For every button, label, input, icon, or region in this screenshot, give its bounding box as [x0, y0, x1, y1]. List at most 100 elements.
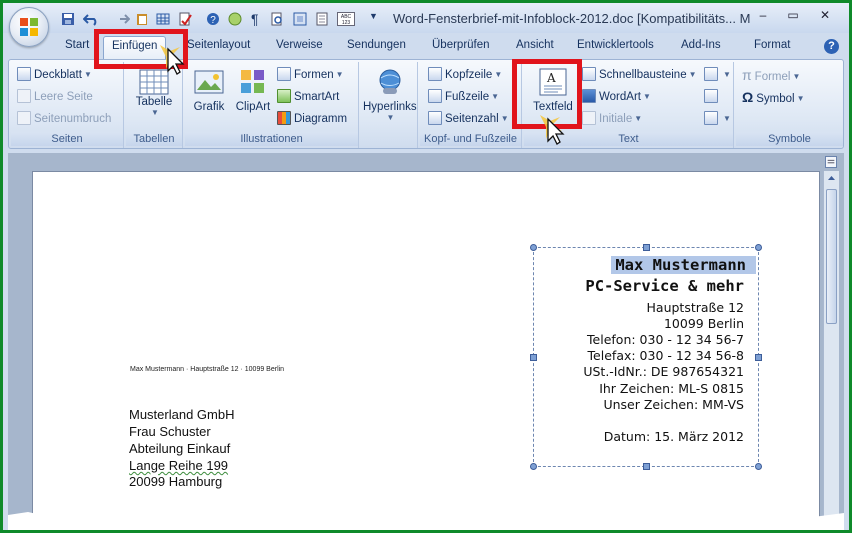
infoblock-fax: Telefax: 030 - 12 34 56-8	[587, 348, 744, 363]
object-icon	[704, 111, 718, 125]
drop-cap-icon	[582, 111, 596, 125]
tab-sendungen[interactable]: Sendungen	[347, 39, 406, 59]
qat-customize-icon[interactable]: ▼	[369, 11, 378, 27]
smartart-icon	[277, 89, 291, 103]
resize-handle[interactable]	[755, 463, 762, 470]
group-symbole: π Formel ▼ Ω Symbol ▼ Symbole	[736, 62, 843, 148]
date-time-icon	[704, 89, 718, 103]
resize-handle[interactable]	[643, 463, 650, 470]
help-icon[interactable]: ?	[824, 39, 839, 54]
tab-add-ins[interactable]: Add-Ins	[681, 39, 721, 59]
tab-entwicklertools[interactable]: Entwicklertools	[577, 39, 654, 59]
resize-handle[interactable]	[643, 244, 650, 251]
undo-icon[interactable]	[83, 11, 99, 27]
seitenumbruch-button[interactable]: Seitenumbruch	[17, 110, 111, 128]
tabelle-button[interactable]: Tabelle ▼	[129, 68, 179, 117]
fusszeile-button[interactable]: Fußzeile ▼	[428, 88, 499, 106]
diagramm-button[interactable]: Diagramm	[277, 110, 347, 128]
resize-handle[interactable]	[530, 244, 537, 251]
office-button[interactable]	[9, 7, 49, 47]
infoblock-vat: USt.-IdNr.: DE 987654321	[583, 364, 744, 379]
resize-handle[interactable]	[530, 354, 537, 361]
infoblock-your-ref: Ihr Zeichen: ML-S 0815	[599, 381, 744, 396]
maximize-button[interactable]: ▭	[781, 6, 805, 25]
resize-handle[interactable]	[755, 354, 762, 361]
seitenzahl-button[interactable]: Seitenzahl ▼	[428, 110, 509, 128]
office-logo-icon	[20, 18, 38, 36]
page-icon[interactable]	[315, 11, 329, 27]
blank-page-icon	[17, 89, 31, 103]
infoblock-company: PC-Service & mehr	[585, 277, 744, 295]
resize-handle[interactable]	[755, 244, 762, 251]
quick-parts-icon	[582, 67, 596, 81]
recipient-line: 20099 Hamburg	[129, 474, 223, 489]
minimize-button[interactable]: –	[751, 6, 775, 25]
zoom-icon[interactable]	[293, 11, 307, 27]
chart-icon	[277, 111, 291, 125]
recipient-line: Frau Schuster	[129, 424, 211, 439]
tab-start[interactable]: Start	[65, 39, 89, 59]
document-area: Max Mustermann · Hauptstraße 12 · 10099 …	[8, 153, 844, 530]
recipient-line: Lange Reihe 199	[129, 458, 229, 473]
group-label-tabellen: Tabellen	[126, 132, 182, 146]
close-button[interactable]: ✕	[813, 6, 837, 25]
shapes-icon	[277, 67, 291, 81]
initiale-button[interactable]: Initiale ▼	[582, 110, 642, 128]
tab-ansicht[interactable]: Ansicht	[516, 39, 554, 59]
signature-line-button[interactable]: ▼	[704, 66, 731, 84]
group-label-symbole: Symbole	[736, 132, 843, 146]
sphere-icon[interactable]	[228, 11, 242, 27]
group-label-kopf-und-fusszeile: Kopf- und Fußzeile	[420, 132, 521, 146]
recipient-line: Abteilung Einkauf	[129, 441, 231, 456]
scrollbar-thumb[interactable]	[826, 189, 837, 324]
pi-icon: π	[742, 67, 752, 83]
save-icon[interactable]	[61, 11, 75, 27]
schnellbausteine-button[interactable]: Schnellbausteine ▼	[582, 66, 697, 84]
picture-icon	[194, 70, 224, 94]
help-circle-icon[interactable]: ?	[206, 11, 220, 27]
cover-page-icon	[17, 67, 31, 81]
grafik-button[interactable]: Grafik	[189, 68, 229, 113]
deckblatt-button[interactable]: Deckblatt ▼	[17, 66, 92, 84]
document-page[interactable]: Max Mustermann · Hauptstraße 12 · 10099 …	[32, 171, 820, 530]
tab-format[interactable]: Format	[754, 39, 790, 59]
object-button[interactable]: ▼	[704, 110, 731, 128]
signature-line-icon	[704, 67, 718, 81]
ruler-toggle-icon[interactable]	[825, 156, 837, 168]
formen-button[interactable]: Formen ▼	[277, 66, 344, 84]
sender-return-line: Max Mustermann · Hauptstraße 12 · 10099 …	[130, 366, 285, 373]
resize-handle[interactable]	[530, 463, 537, 470]
tab-ueberpruefen[interactable]: Überprüfen	[432, 39, 490, 59]
redo-icon[interactable]	[116, 11, 130, 27]
kopfzeile-button[interactable]: Kopfzeile ▼	[428, 66, 502, 84]
smartart-button[interactable]: SmartArt	[277, 88, 339, 106]
print-preview-icon[interactable]	[270, 11, 284, 27]
date-time-button[interactable]	[704, 88, 721, 106]
svg-text:123: 123	[342, 20, 351, 26]
paste-icon[interactable]	[135, 11, 149, 27]
vertical-scrollbar[interactable]	[823, 171, 839, 530]
scroll-up-icon[interactable]	[827, 174, 836, 182]
click-cursor-icon	[540, 115, 565, 145]
formel-button[interactable]: π Formel ▼	[742, 66, 800, 84]
tab-verweise[interactable]: Verweise	[276, 39, 323, 59]
infoblock-textbox[interactable]: Max Mustermann PC-Service & mehr Hauptst…	[530, 244, 762, 470]
wordart-button[interactable]: WordArt ▼	[582, 88, 651, 106]
group-label-seiten: Seiten	[11, 132, 123, 146]
clipart-button[interactable]: ClipArt	[231, 68, 275, 113]
pilcrow-icon[interactable]: ¶	[250, 11, 262, 27]
word-window: ? ¶ ABC 123 ▼ Word-Fensterbrief-mit-Infob…	[3, 3, 849, 530]
table-icon[interactable]	[156, 11, 170, 27]
clipart-icon	[241, 70, 264, 93]
tab-seitenlayout[interactable]: Seitenlayout	[187, 39, 250, 59]
leere-seite-button[interactable]: Leere Seite	[17, 88, 93, 106]
symbol-button[interactable]: Ω Symbol ▼	[742, 88, 805, 106]
group-seiten: Deckblatt ▼ Leere Seite Seitenumbruch Sei…	[11, 62, 124, 148]
abc-count-icon[interactable]: ABC123	[337, 11, 355, 27]
hyperlinks-button[interactable]: Hyperlinks ▼	[363, 68, 417, 122]
page-break-icon	[17, 111, 31, 125]
footer-icon	[428, 89, 442, 103]
spelling-icon[interactable]	[178, 11, 192, 27]
infoblock-our-ref: Unser Zeichen: MM-VS	[603, 397, 744, 412]
svg-text:¶: ¶	[251, 11, 259, 27]
